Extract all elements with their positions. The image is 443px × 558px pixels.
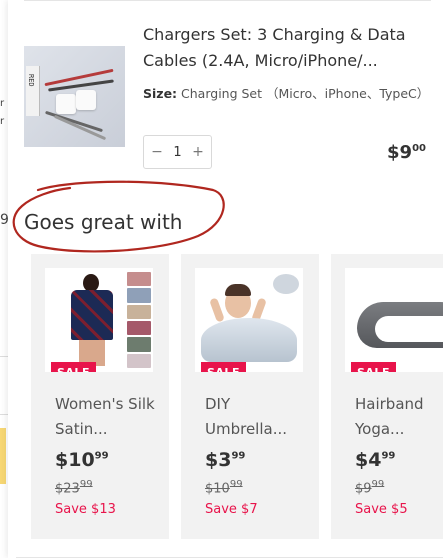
- cart-drawer: RED Chargers Set: 3 Charging & Data Cabl…: [8, 0, 443, 558]
- background-text-fragment: r: [0, 98, 5, 109]
- divider: [24, 0, 431, 1]
- umbrella-cape: [201, 318, 297, 362]
- price-cents: 00: [412, 143, 426, 154]
- product-name[interactable]: Hairband Yoga...: [355, 392, 443, 442]
- price-cents: 99: [94, 450, 109, 462]
- charger-plug-image: [56, 94, 76, 114]
- product-price: $399: [205, 449, 245, 471]
- savings-label: Save $13: [55, 502, 116, 517]
- pajama-top: [71, 290, 113, 340]
- background-divider: [0, 414, 8, 415]
- sale-badge: SALE: [201, 362, 246, 372]
- background-yellow-button: [0, 428, 6, 484]
- charger-plug-image: [76, 90, 96, 110]
- price-main: $10: [55, 449, 95, 471]
- variant-label: Size:: [143, 86, 178, 101]
- product-thumbnail[interactable]: RED: [24, 46, 125, 147]
- model-hair: [225, 284, 251, 296]
- price-main: $4: [355, 449, 382, 471]
- price-main: $9: [387, 142, 413, 163]
- sale-badge: SALE: [51, 362, 96, 372]
- compare-main: $9: [355, 481, 372, 497]
- product-name[interactable]: Women's Silk Satin...: [55, 392, 155, 442]
- product-price: $499: [355, 449, 395, 471]
- price-cents: 99: [381, 450, 396, 462]
- price-cents: 99: [231, 450, 246, 462]
- compare-at-price: $999: [355, 479, 384, 496]
- compare-at-price: $2399: [55, 479, 93, 496]
- background-divider: [0, 356, 8, 357]
- cart-line-item: RED Chargers Set: 3 Charging & Data Cabl…: [24, 22, 434, 172]
- minus-icon[interactable]: −: [150, 144, 164, 160]
- compare-main: $23: [55, 481, 80, 497]
- quantity-value[interactable]: 1: [173, 145, 181, 160]
- color-variants-strip: [127, 272, 151, 368]
- quantity-stepper: − 1 +: [143, 135, 212, 169]
- page: r r 9 RED Chargers Set: 3 Charging & Dat…: [0, 0, 443, 558]
- product-image[interactable]: SALE: [195, 268, 303, 372]
- hairband-inner: [375, 316, 443, 342]
- plus-icon[interactable]: +: [191, 144, 205, 160]
- product-title-link[interactable]: Chargers Set: 3 Charging & Data Cables (…: [143, 22, 433, 74]
- package-box-text: RED: [27, 74, 35, 87]
- compare-cents: 99: [371, 479, 385, 490]
- line-item-price: $900: [387, 142, 426, 163]
- recommendations-row: SALE Women's Silk Satin... $1099 $2399 S…: [31, 254, 443, 544]
- sale-badge: SALE: [351, 362, 396, 372]
- background-text-fragment: r: [0, 116, 5, 127]
- compare-cents: 99: [79, 479, 93, 490]
- section-title: Goes great with: [24, 210, 183, 234]
- compare-main: $10: [205, 481, 230, 497]
- compare-at-price: $1099: [205, 479, 243, 496]
- product-image[interactable]: SALE: [345, 268, 443, 372]
- price-main: $3: [205, 449, 232, 471]
- product-variant: Size: Charging Set （Micro、iPhone、TypeC）: [143, 84, 433, 104]
- variant-value: Charging Set （Micro、iPhone、TypeC）: [181, 86, 430, 101]
- product-name[interactable]: DIY Umbrella...: [205, 392, 305, 442]
- umbrella-cape-inset: [273, 274, 299, 294]
- product-card[interactable]: SALE Hairband Yoga... $499 $999 Save $5: [331, 254, 443, 539]
- product-card[interactable]: SALE Women's Silk Satin... $1099 $2399 S…: [31, 254, 169, 539]
- product-image[interactable]: SALE: [45, 268, 153, 372]
- savings-label: Save $7: [205, 502, 258, 517]
- cable-image: [45, 110, 103, 133]
- model-arm: [209, 297, 225, 323]
- product-card[interactable]: SALE DIY Umbrella... $399 $1099 Save $7: [181, 254, 319, 539]
- compare-cents: 99: [229, 479, 243, 490]
- product-price: $1099: [55, 449, 109, 471]
- savings-label: Save $5: [355, 502, 408, 517]
